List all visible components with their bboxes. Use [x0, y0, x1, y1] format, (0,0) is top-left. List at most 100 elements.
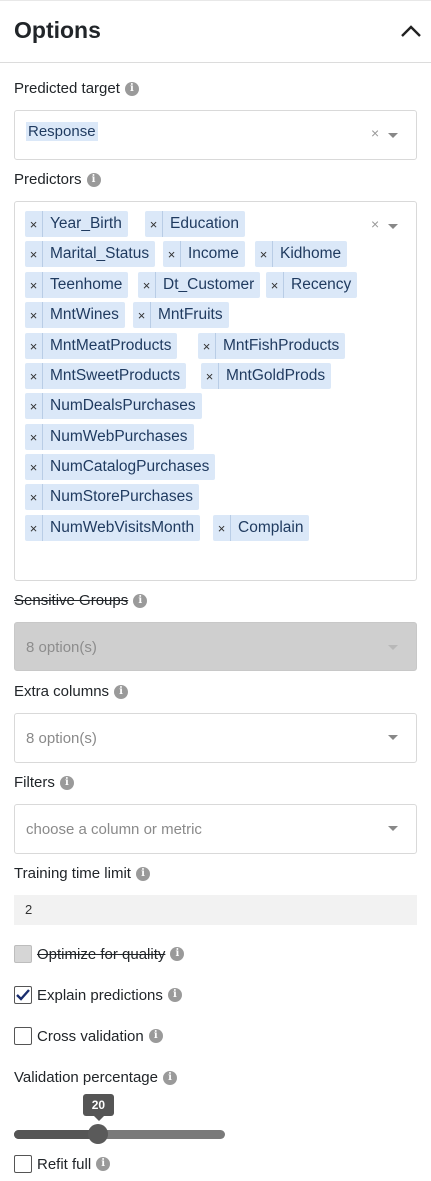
predictor-chip-label: Marital_Status	[50, 245, 150, 262]
validation-percentage-slider[interactable]	[14, 1130, 225, 1139]
predictor-chip: × MntFishProducts	[198, 333, 346, 359]
predictor-chip-label: MntGoldProds	[226, 367, 326, 384]
predictor-chip-label: Year_Birth	[50, 215, 122, 232]
predictor-chip-label: Recency	[291, 276, 352, 293]
caret-down-icon[interactable]	[388, 735, 398, 740]
predictor-chip: × Dt_Customer	[138, 272, 261, 298]
training-time-limit-input[interactable]: 2	[14, 895, 417, 925]
info-icon[interactable]: i	[59, 775, 74, 790]
remove-chip-icon[interactable]: ×	[133, 302, 151, 328]
remove-chip-icon[interactable]: ×	[145, 211, 163, 237]
filters-label: Filters i	[14, 774, 74, 791]
remove-chip-icon[interactable]: ×	[25, 211, 43, 237]
slider-thumb[interactable]	[88, 1124, 109, 1144]
sensitive-groups-value: 8 option(s)	[26, 639, 97, 656]
remove-chip-icon[interactable]: ×	[198, 333, 216, 359]
info-icon[interactable]: i	[124, 81, 139, 96]
caret-down-icon[interactable]	[388, 826, 398, 831]
predictor-chip-label: Teenhome	[50, 276, 123, 293]
predictor-chip-label: MntFishProducts	[223, 337, 340, 354]
predictor-chip: × Income	[163, 241, 245, 267]
info-icon[interactable]: i	[167, 988, 182, 1002]
remove-chip-icon[interactable]: ×	[163, 241, 181, 267]
remove-chip-icon[interactable]: ×	[25, 272, 43, 298]
clear-all-icon[interactable]: ×	[371, 216, 379, 232]
info-icon[interactable]: i	[163, 1070, 177, 1085]
info-icon[interactable]: i	[96, 1157, 111, 1171]
checkmark-icon	[16, 989, 30, 1001]
predictor-chip-label: Dt_Customer	[163, 276, 255, 293]
predictor-chip-label: Complain	[238, 519, 304, 536]
sensitive-groups-select: 8 option(s)	[14, 622, 417, 671]
predicted-target-value: Response	[26, 122, 98, 141]
predictor-chip: × MntGoldProds	[201, 363, 332, 389]
caret-down-icon	[388, 645, 398, 650]
remove-chip-icon[interactable]: ×	[25, 363, 43, 389]
chevron-up-icon[interactable]	[398, 21, 424, 41]
extra-columns-value: 8 option(s)	[26, 730, 97, 747]
clear-icon[interactable]: ×	[371, 125, 379, 141]
refit-full-checkbox[interactable]	[14, 1155, 32, 1173]
cross-validation-row[interactable]: Cross validation i	[14, 1027, 163, 1045]
validation-percentage-label: Validation percentage i	[14, 1069, 177, 1086]
predictor-chip: × NumCatalogPurchases	[25, 454, 216, 480]
predictor-chip-label: NumWebVisitsMonth	[50, 519, 195, 536]
optimize-for-quality-checkbox	[14, 945, 32, 963]
slider-fill	[14, 1130, 99, 1139]
predictors-multiselect[interactable]: × Year_Birth × Education × Marital_Status × Inc…	[14, 201, 417, 581]
remove-chip-icon[interactable]: ×	[25, 333, 43, 359]
predictor-chip: × Recency	[266, 272, 358, 298]
info-icon[interactable]: i	[148, 1029, 163, 1043]
predicted-target-select[interactable]: Response ×	[14, 110, 417, 160]
predictor-chip: × MntWines	[25, 302, 125, 328]
predictor-chip: × NumDealsPurchases	[25, 393, 202, 419]
sensitive-groups-label: Sensitive Groups i	[14, 592, 148, 609]
info-icon[interactable]: i	[135, 866, 150, 881]
caret-down-icon[interactable]	[388, 133, 398, 138]
options-header[interactable]: Options	[0, 0, 431, 63]
predictor-chip-label: Income	[188, 245, 239, 262]
remove-chip-icon[interactable]: ×	[138, 272, 156, 298]
predictor-chip-label: MntSweetProducts	[50, 367, 181, 384]
extra-columns-select[interactable]: 8 option(s)	[14, 713, 417, 763]
remove-chip-icon[interactable]: ×	[25, 454, 43, 480]
extra-columns-label: Extra columns i	[14, 683, 129, 700]
options-title: Options	[14, 17, 101, 43]
predictor-chip: × Complain	[213, 515, 310, 541]
remove-chip-icon[interactable]: ×	[25, 424, 43, 450]
remove-chip-icon[interactable]: ×	[255, 241, 273, 267]
caret-down-icon[interactable]	[388, 224, 398, 229]
explain-predictions-checkbox[interactable]	[14, 986, 32, 1004]
predictor-chip: × Kidhome	[255, 241, 348, 267]
predictor-chip: × NumWebVisitsMonth	[25, 515, 201, 541]
filters-select[interactable]: choose a column or metric	[14, 804, 417, 854]
info-icon[interactable]: i	[170, 947, 185, 961]
remove-chip-icon[interactable]: ×	[25, 302, 43, 328]
predictor-chip: × MntFruits	[133, 302, 229, 328]
predictor-chip-label: MntFruits	[158, 306, 223, 323]
predictor-chip-label: MntWines	[50, 306, 119, 323]
predictor-chip: × MntMeatProducts	[25, 333, 178, 359]
remove-chip-icon[interactable]: ×	[201, 363, 219, 389]
optimize-for-quality-row: Optimize for quality i	[14, 945, 185, 963]
refit-full-row[interactable]: Refit full i	[14, 1155, 111, 1173]
info-icon[interactable]: i	[114, 684, 129, 699]
predicted-target-label: Predicted target i	[14, 80, 139, 97]
info-icon[interactable]: i	[86, 172, 101, 187]
remove-chip-icon[interactable]: ×	[25, 241, 43, 267]
predictor-chip-label: NumStorePurchases	[50, 488, 194, 505]
predictor-chip-label: MntMeatProducts	[50, 337, 172, 354]
remove-chip-icon[interactable]: ×	[25, 393, 43, 419]
remove-chip-icon[interactable]: ×	[25, 515, 43, 541]
cross-validation-checkbox[interactable]	[14, 1027, 32, 1045]
explain-predictions-row[interactable]: Explain predictions i	[14, 986, 182, 1004]
slider-value-tooltip: 20	[82, 1094, 114, 1121]
predictor-chip: × Education	[145, 211, 245, 237]
predictor-chip-label: NumDealsPurchases	[50, 397, 196, 414]
info-icon[interactable]: i	[133, 593, 148, 608]
remove-chip-icon[interactable]: ×	[266, 272, 284, 298]
predictor-chip: × Teenhome	[25, 272, 129, 298]
predictor-chip-label: NumWebPurchases	[50, 428, 188, 445]
remove-chip-icon[interactable]: ×	[213, 515, 231, 541]
remove-chip-icon[interactable]: ×	[25, 484, 43, 510]
